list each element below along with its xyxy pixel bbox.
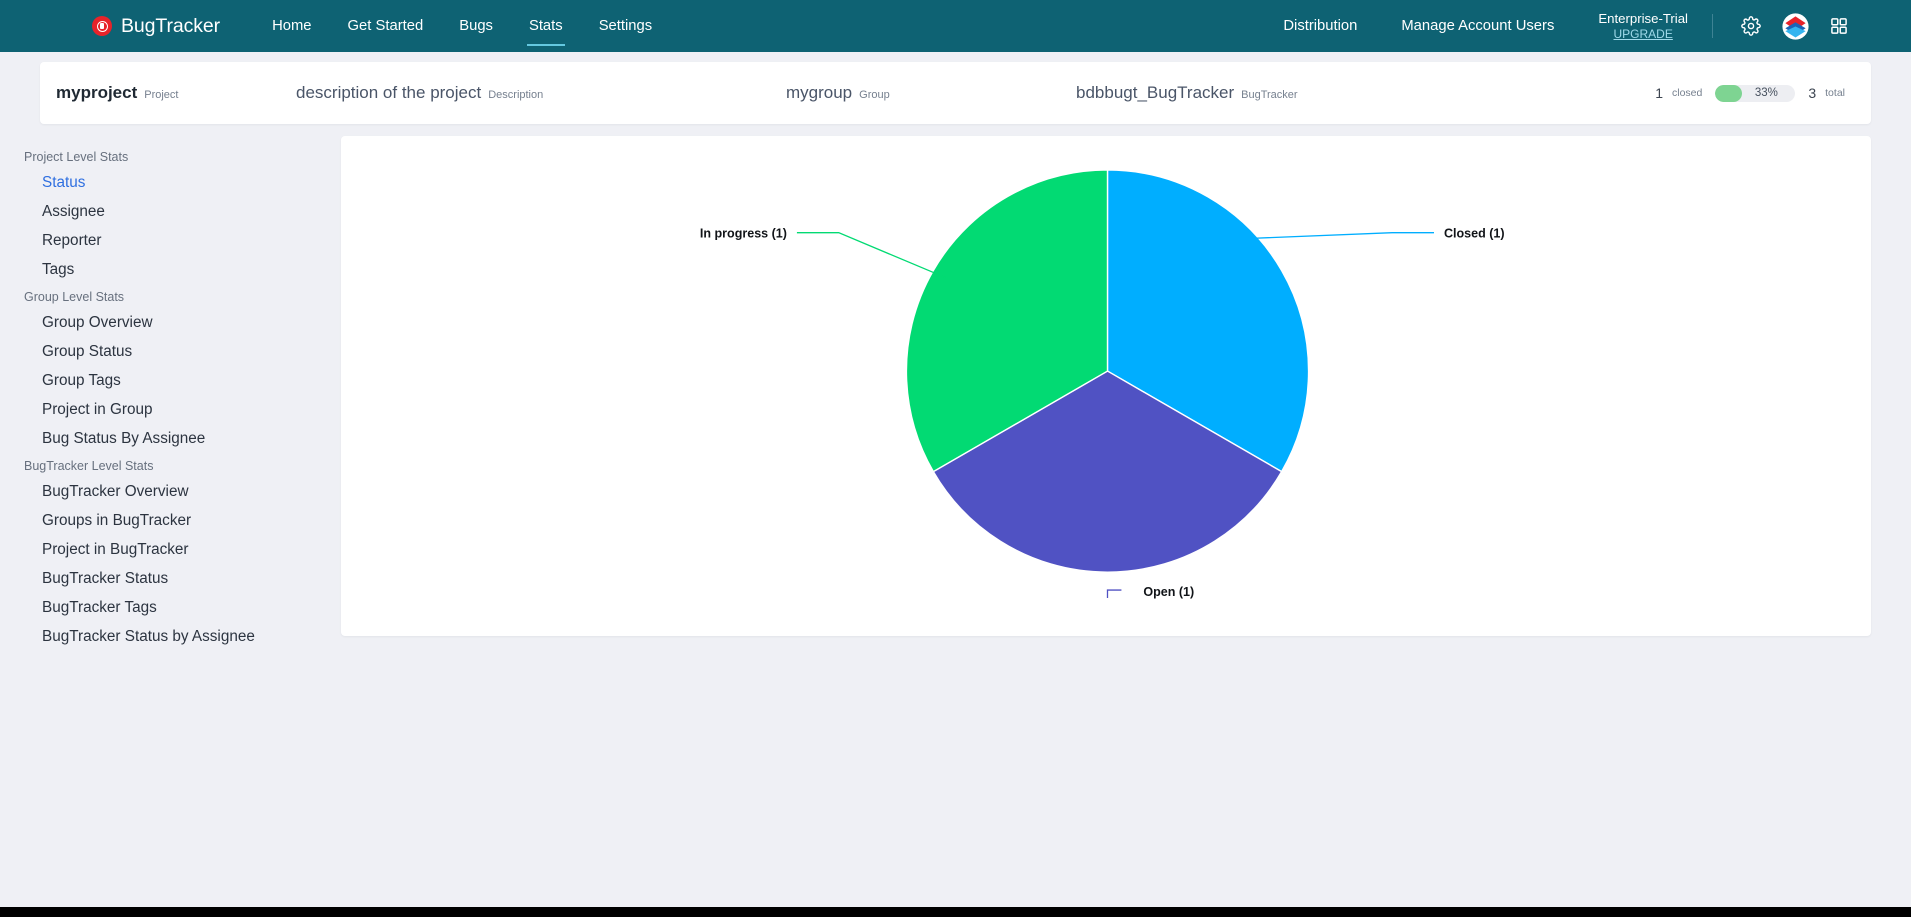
project-info-project: myproject Project — [56, 83, 296, 103]
project-name-label: Project — [144, 89, 179, 101]
navbar-divider — [1712, 14, 1713, 38]
sidebar-item-group-status[interactable]: Group Status — [22, 337, 341, 366]
project-name-value: myproject — [56, 83, 138, 102]
bottom-black-strip — [0, 907, 1911, 917]
sidebar-section-group-level: Group Level Stats — [24, 290, 125, 304]
nav-item-settings[interactable]: Settings — [581, 0, 670, 52]
navbar-left-group: BugTracker Home Get Started Bugs Stats S… — [0, 0, 670, 52]
account-logo-icon — [1781, 12, 1809, 40]
upgrade-link[interactable]: UPGRADE — [1614, 27, 1673, 41]
progress-percent-text: 33% — [1754, 87, 1778, 99]
nav-item-bugs[interactable]: Bugs — [441, 0, 511, 52]
project-info-bar-wrapper: myproject Project description of the pro… — [0, 52, 1911, 124]
settings-gear-button[interactable] — [1734, 9, 1768, 43]
pie-label-in-progress: In progress (1) — [700, 227, 787, 241]
gear-icon — [1741, 16, 1761, 36]
group-name-label: Group — [859, 89, 890, 101]
project-info-group: mygroup Group — [786, 83, 1076, 103]
group-name-value: mygroup — [786, 83, 853, 102]
project-description-label: Description — [488, 89, 544, 101]
pie-leader-line — [1239, 232, 1434, 240]
sidebar-item-bugtracker-status-by-assignee[interactable]: BugTracker Status by Assignee — [22, 622, 341, 651]
nav-item-distribution[interactable]: Distribution — [1261, 0, 1379, 52]
record-circle-icon — [92, 16, 112, 36]
pie-slices-group — [905, 169, 1310, 573]
sidebar-item-group-tags[interactable]: Group Tags — [22, 366, 341, 395]
sidebar-item-group-overview[interactable]: Group Overview — [22, 308, 341, 337]
status-pie-chart-card: Closed (1) Open (1) In progress (1) — [341, 136, 1871, 636]
brand-logo-link[interactable]: BugTracker — [92, 15, 220, 38]
account-logo-button[interactable] — [1778, 9, 1812, 43]
sidebar-item-bug-status-by-assignee[interactable]: Bug Status By Assignee — [22, 424, 341, 453]
sidebar-item-tags[interactable]: Tags — [22, 255, 341, 284]
brand-name: BugTracker — [121, 14, 221, 37]
sidebar-item-bugtracker-status[interactable]: BugTracker Status — [22, 564, 341, 593]
nav-item-home[interactable]: Home — [254, 0, 329, 52]
pie-leader-line — [1106, 589, 1122, 598]
status-pie-chart: Closed (1) Open (1) In progress (1) — [700, 169, 1505, 599]
navbar-right-group: Distribution Manage Account Users Enterp… — [1261, 0, 1911, 52]
bugtracker-name-value: bdbbugt_BugTracker — [1076, 83, 1235, 102]
apps-grid-icon — [1831, 18, 1847, 34]
pie-leader-line — [796, 232, 946, 279]
stats-sidebar: Project Level Stats Status Assignee Repo… — [0, 136, 341, 651]
sidebar-item-reporter[interactable]: Reporter — [22, 226, 341, 255]
nav-item-get-started[interactable]: Get Started — [330, 0, 442, 52]
total-label: total — [1825, 87, 1845, 99]
project-description-value: description of the project — [296, 83, 482, 102]
page-body: Project Level Stats Status Assignee Repo… — [0, 124, 1911, 651]
closed-label: closed — [1671, 87, 1703, 99]
bugtracker-name-label: BugTracker — [1241, 89, 1298, 101]
sidebar-section-project-level: Project Level Stats — [24, 150, 129, 164]
project-info-description: description of the project Description — [296, 83, 786, 103]
sidebar-item-project-in-bugtracker[interactable]: Project in BugTracker — [22, 535, 341, 564]
sidebar-item-bugtracker-overview[interactable]: BugTracker Overview — [22, 477, 341, 506]
pie-label-closed: Closed (1) — [1444, 227, 1505, 241]
sidebar-item-bugtracker-tags[interactable]: BugTracker Tags — [22, 593, 341, 622]
project-info-bar: myproject Project description of the pro… — [40, 62, 1871, 124]
top-navbar: BugTracker Home Get Started Bugs Stats S… — [0, 0, 1911, 52]
project-info-bugtracker: bdbbugt_BugTracker BugTracker — [1076, 83, 1655, 103]
sidebar-item-project-in-group[interactable]: Project in Group — [22, 395, 341, 424]
pie-label-open: Open (1) — [1143, 585, 1194, 599]
sidebar-item-status[interactable]: Status — [22, 168, 341, 197]
nav-item-stats[interactable]: Stats — [511, 0, 581, 52]
closed-count: 1 — [1655, 85, 1663, 101]
trial-status[interactable]: Enterprise-Trial UPGRADE — [1598, 11, 1688, 41]
trial-plan-label: Enterprise-Trial — [1598, 11, 1688, 27]
nav-item-manage-account-users[interactable]: Manage Account Users — [1379, 0, 1576, 52]
apps-grid-button[interactable] — [1822, 9, 1856, 43]
progress-summary: 1 closed 33% 3 total — [1655, 84, 1845, 102]
sidebar-item-groups-in-bugtracker[interactable]: Groups in BugTracker — [22, 506, 341, 535]
sidebar-item-assignee[interactable]: Assignee — [22, 197, 341, 226]
sidebar-section-bugtracker-level: BugTracker Level Stats — [24, 459, 154, 473]
total-count: 3 — [1808, 85, 1817, 101]
progress-bar: 33% — [1715, 84, 1796, 102]
